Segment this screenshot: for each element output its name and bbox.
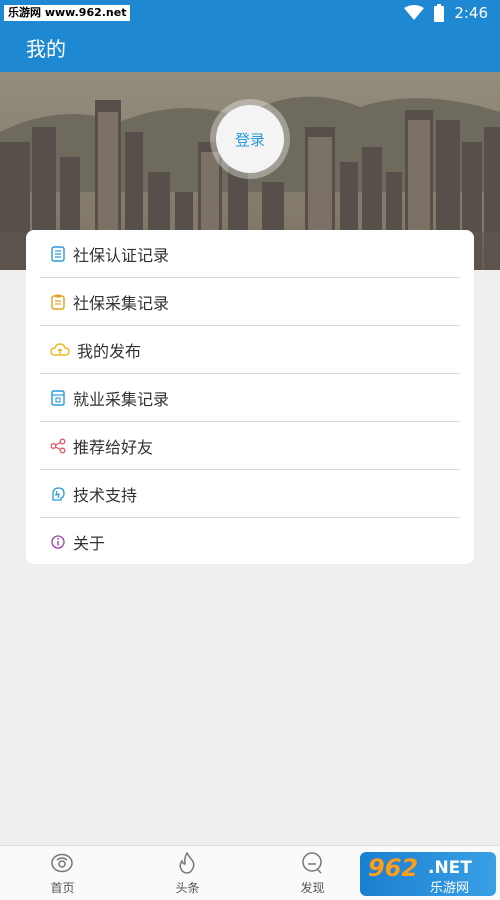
tab-label: 头条 <box>175 881 200 895</box>
menu-item-recommend-to-friends[interactable]: 推荐给好友 <box>40 422 460 470</box>
briefcase-doc-icon <box>50 390 66 406</box>
login-button[interactable]: 登录 <box>216 105 284 173</box>
menu-item-social-security-collection-records[interactable]: 社保采集记录 <box>40 278 460 326</box>
status-bar: 乐游网 www.962.net 2:46 <box>0 0 500 26</box>
list-doc-icon <box>50 246 66 262</box>
cloud-upload-icon <box>50 342 70 358</box>
menu-item-employment-collection-records[interactable]: 就业采集记录 <box>40 374 460 422</box>
menu-item-technical-support[interactable]: 技术支持 <box>40 470 460 518</box>
watermark-text: 乐游网 www.962.net <box>4 5 131 21</box>
battery-icon <box>434 4 445 22</box>
support-icon <box>50 486 66 502</box>
menu-card: 社保认证记录 社保采集记录 我的发布 就业采集记录 推荐给好友 技术支持 关于 <box>26 230 474 564</box>
tab-label: 首页 <box>50 881 75 895</box>
watermark-cn: 乐游网 <box>430 881 470 896</box>
tab-discover[interactable]: 发现 <box>250 846 375 900</box>
menu-item-about[interactable]: 关于 <box>40 518 460 566</box>
menu-item-social-security-auth-records[interactable]: 社保认证记录 <box>40 230 460 278</box>
menu-item-label: 关于 <box>73 534 106 553</box>
clipboard-icon <box>50 294 66 310</box>
page-title: 我的 <box>26 37 66 61</box>
watermark-logo: 962 .NET 乐游网 <box>360 852 496 896</box>
menu-item-label: 技术支持 <box>73 486 138 505</box>
discover-icon <box>300 851 324 875</box>
menu-item-label: 我的发布 <box>77 342 142 361</box>
menu-item-label: 社保认证记录 <box>73 246 170 265</box>
wifi-icon <box>404 5 425 21</box>
menu-item-label: 社保采集记录 <box>73 294 170 313</box>
watermark-suffix: .NET <box>428 858 472 878</box>
tab-home[interactable]: 首页 <box>0 846 125 900</box>
tab-label: 发现 <box>300 881 325 895</box>
watermark-number: 962 <box>368 854 419 882</box>
menu-item-label: 推荐给好友 <box>73 438 154 457</box>
flame-icon <box>175 851 199 875</box>
status-time: 2:46 <box>454 4 488 22</box>
app-bar: 我的 <box>0 26 500 72</box>
home-icon <box>50 851 74 875</box>
tab-headlines[interactable]: 头条 <box>125 846 250 900</box>
status-icons: 2:46 <box>404 3 488 23</box>
share-icon <box>50 438 66 454</box>
info-icon <box>50 534 66 550</box>
menu-item-label: 就业采集记录 <box>73 390 170 409</box>
menu-item-my-posts[interactable]: 我的发布 <box>40 326 460 374</box>
